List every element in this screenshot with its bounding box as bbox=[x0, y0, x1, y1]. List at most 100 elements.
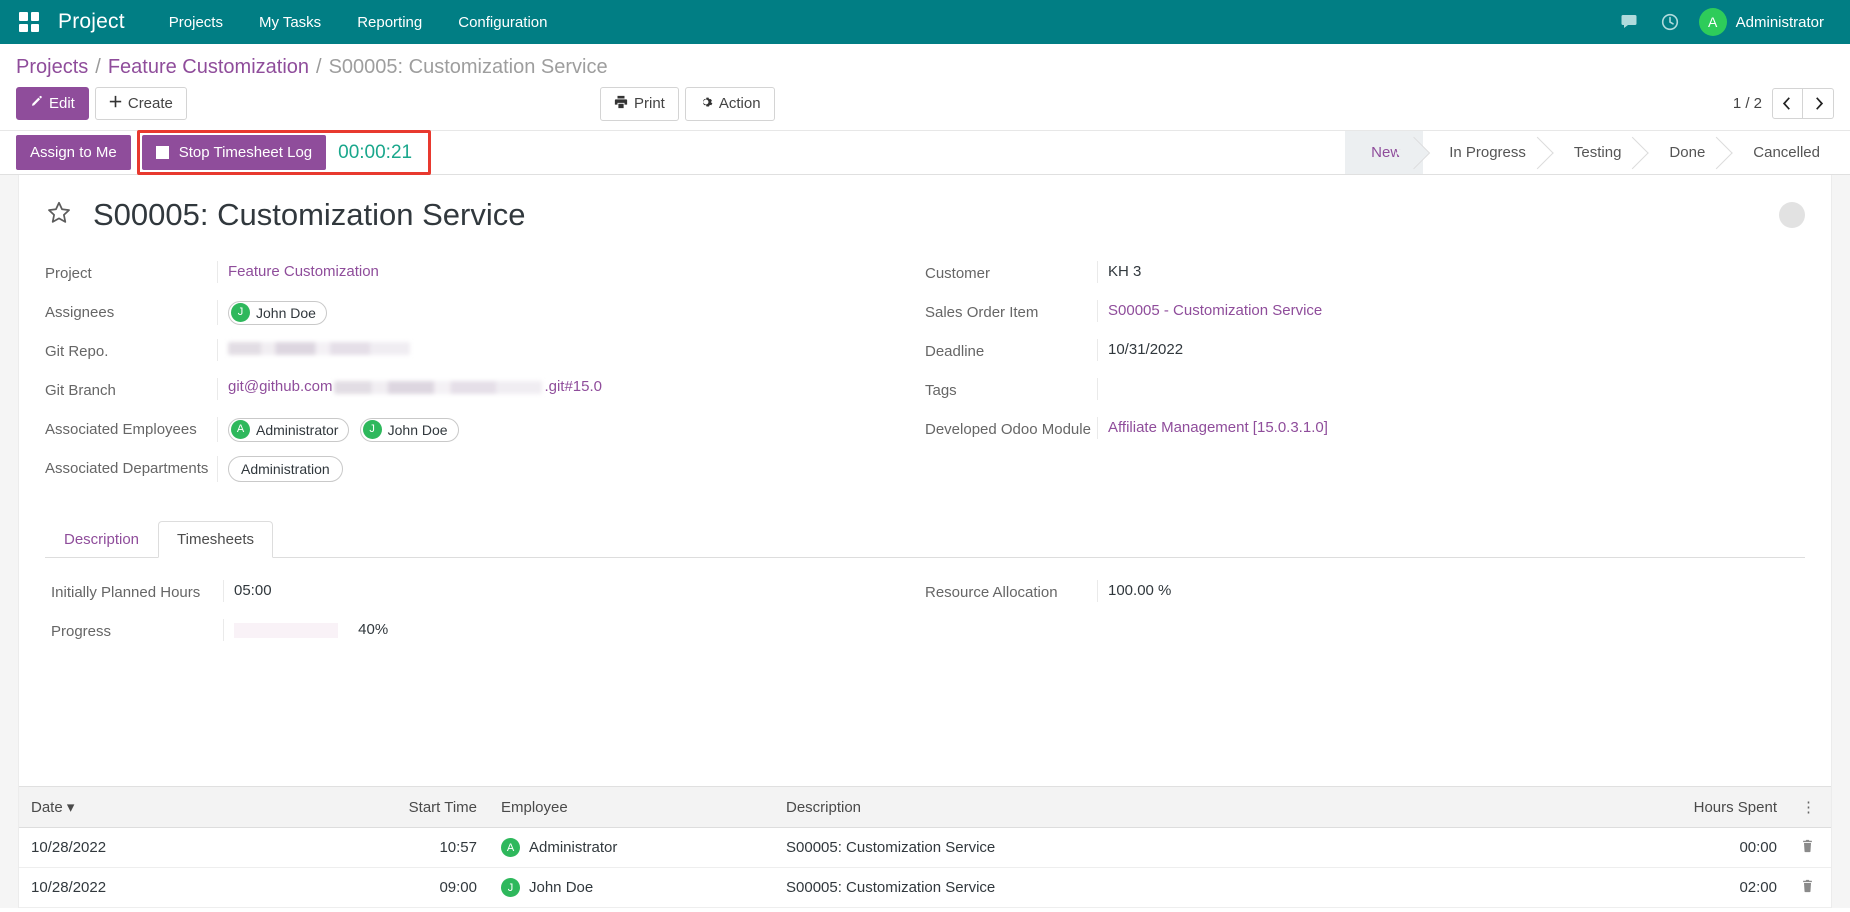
print-button-label: Print bbox=[634, 95, 665, 112]
column-header-date[interactable]: Date ▾ bbox=[19, 787, 274, 828]
field-value-associated-departments: Administration bbox=[217, 456, 895, 482]
toolbar: Edit Create Print Action bbox=[0, 83, 1850, 130]
chevron-left-icon[interactable] bbox=[1772, 88, 1803, 119]
field-value-deadline[interactable]: 10/31/2022 bbox=[1097, 339, 1775, 361]
action-button[interactable]: Action bbox=[685, 87, 775, 121]
column-header-date-label: Date bbox=[31, 799, 63, 816]
row-delete-button[interactable] bbox=[1789, 868, 1831, 908]
table-row[interactable]: 10/28/2022 09:00 J John Doe S00005: Cust… bbox=[19, 868, 1831, 908]
field-value-developed-odoo-module[interactable]: Affiliate Management [15.0.3.1.0] bbox=[1097, 417, 1775, 439]
field-value-git-branch[interactable]: git@github.com.git#15.0 bbox=[217, 378, 895, 400]
edit-button[interactable]: Edit bbox=[16, 87, 89, 120]
field-label-initially-planned-hours: Initially Planned Hours bbox=[51, 580, 223, 604]
stage-new[interactable]: New bbox=[1345, 131, 1423, 174]
tag-administration[interactable]: Administration bbox=[228, 456, 343, 482]
field-associated-employees: Associated Employees A Administrator J J… bbox=[45, 417, 895, 443]
create-button-label: Create bbox=[128, 95, 173, 112]
menu-item-configuration[interactable]: Configuration bbox=[440, 2, 565, 43]
field-assignees: Assignees J John Doe bbox=[45, 300, 895, 326]
pager-count: 1 / 2 bbox=[1733, 95, 1762, 112]
tag-avatar: J bbox=[231, 303, 250, 322]
cell-date: 10/28/2022 bbox=[19, 828, 274, 868]
stage-in-progress[interactable]: In Progress bbox=[1423, 131, 1548, 174]
field-value-resource-allocation[interactable]: 100.00 % bbox=[1097, 580, 1769, 602]
breadcrumb-item-projects[interactable]: Projects bbox=[16, 56, 88, 79]
breadcrumb-item-feature-customization[interactable]: Feature Customization bbox=[108, 56, 309, 79]
app-brand-title[interactable]: Project bbox=[58, 10, 125, 34]
breadcrumb-item-current: S00005: Customization Service bbox=[329, 56, 608, 79]
avatar: A bbox=[1699, 8, 1727, 36]
field-value-project[interactable]: Feature Customization bbox=[217, 261, 895, 283]
field-initially-planned-hours: Initially Planned Hours 05:00 bbox=[51, 580, 895, 606]
create-button[interactable]: Create bbox=[95, 87, 187, 120]
main-menu: Projects My Tasks Reporting Configuratio… bbox=[151, 2, 566, 43]
tag-label: John Doe bbox=[388, 420, 448, 440]
tag-administrator[interactable]: A Administrator bbox=[228, 418, 349, 442]
field-tags: Tags bbox=[925, 378, 1775, 404]
field-label-sales-order-item: Sales Order Item bbox=[925, 300, 1097, 324]
employee-name: Administrator bbox=[529, 839, 617, 856]
stage-done[interactable]: Done bbox=[1643, 131, 1727, 174]
form-column-right: Customer KH 3 Sales Order Item S00005 - … bbox=[925, 261, 1805, 495]
user-name-label: Administrator bbox=[1736, 14, 1824, 31]
vertical-dots-icon: ⋮ bbox=[1801, 799, 1816, 816]
menu-item-projects[interactable]: Projects bbox=[151, 2, 241, 43]
top-navbar: Project Projects My Tasks Reporting Conf… bbox=[0, 0, 1850, 44]
clock-icon[interactable] bbox=[1653, 5, 1687, 39]
row-delete-button[interactable] bbox=[1789, 828, 1831, 868]
timesheet-table-body: 10/28/2022 10:57 A Administrator S00005:… bbox=[19, 828, 1831, 908]
field-value-git-repo[interactable] bbox=[217, 339, 895, 361]
apps-grid-icon[interactable] bbox=[16, 9, 42, 35]
field-label-tags: Tags bbox=[925, 378, 1097, 402]
field-label-progress: Progress bbox=[51, 619, 223, 643]
employee-avatar: A bbox=[501, 838, 520, 857]
field-project: Project Feature Customization bbox=[45, 261, 895, 287]
tab-timesheets[interactable]: Timesheets bbox=[158, 521, 273, 558]
record-title-row: S00005: Customization Service bbox=[45, 197, 1805, 233]
field-resource-allocation: Resource Allocation 100.00 % bbox=[925, 580, 1769, 606]
star-outline-icon[interactable] bbox=[45, 199, 73, 232]
table-row[interactable]: 10/28/2022 10:57 A Administrator S00005:… bbox=[19, 828, 1831, 868]
tab-description[interactable]: Description bbox=[45, 521, 158, 558]
column-header-description[interactable]: Description bbox=[774, 787, 1469, 828]
field-value-progress: 40% bbox=[223, 619, 895, 641]
user-menu[interactable]: A Administrator bbox=[1693, 4, 1834, 40]
menu-item-my-tasks[interactable]: My Tasks bbox=[241, 2, 339, 43]
tag-label: John Doe bbox=[256, 303, 316, 323]
table-header-row: Date ▾ Start Time Employee Description H… bbox=[19, 787, 1831, 828]
record-buttons: Edit Create bbox=[16, 87, 187, 120]
cell-description: S00005: Customization Service bbox=[774, 868, 1469, 908]
chevron-right-icon[interactable] bbox=[1803, 88, 1834, 119]
column-options-button[interactable]: ⋮ bbox=[1789, 787, 1831, 828]
navbar-right-group: A Administrator bbox=[1613, 4, 1834, 40]
cell-employee: A Administrator bbox=[489, 828, 774, 868]
field-value-tags[interactable] bbox=[1097, 378, 1775, 400]
pencil-icon bbox=[30, 95, 43, 112]
git-branch-prefix: git@github.com bbox=[228, 378, 332, 395]
redacted-text-bar bbox=[334, 381, 542, 394]
chat-bubble-icon[interactable] bbox=[1613, 5, 1647, 39]
field-value-initially-planned-hours[interactable]: 05:00 bbox=[223, 580, 895, 602]
field-value-sales-order-item[interactable]: S00005 - Customization Service bbox=[1097, 300, 1775, 322]
tag-john-doe[interactable]: J John Doe bbox=[228, 301, 327, 325]
print-button[interactable]: Print bbox=[600, 87, 679, 121]
stage-cancelled[interactable]: Cancelled bbox=[1727, 131, 1842, 174]
column-header-start-time[interactable]: Start Time bbox=[274, 787, 489, 828]
tag-john-doe[interactable]: J John Doe bbox=[360, 418, 459, 442]
field-label-associated-employees: Associated Employees bbox=[45, 417, 217, 441]
menu-item-reporting[interactable]: Reporting bbox=[339, 2, 440, 43]
field-progress: Progress 40% bbox=[51, 619, 895, 645]
progress-bar bbox=[234, 623, 338, 638]
stop-timesheet-log-button[interactable]: Stop Timesheet Log bbox=[142, 135, 326, 170]
assign-to-me-button[interactable]: Assign to Me bbox=[16, 135, 131, 170]
printer-icon bbox=[614, 95, 628, 113]
avatar-placeholder-icon[interactable] bbox=[1779, 202, 1805, 228]
column-header-hours-spent[interactable]: Hours Spent bbox=[1469, 787, 1789, 828]
column-header-employee[interactable]: Employee bbox=[489, 787, 774, 828]
stage-testing[interactable]: Testing bbox=[1548, 131, 1644, 174]
cell-date: 10/28/2022 bbox=[19, 868, 274, 908]
trash-icon bbox=[1801, 880, 1814, 897]
field-value-customer[interactable]: KH 3 bbox=[1097, 261, 1775, 283]
field-label-project: Project bbox=[45, 261, 217, 285]
notebook-column-right: Resource Allocation 100.00 % bbox=[925, 580, 1799, 658]
